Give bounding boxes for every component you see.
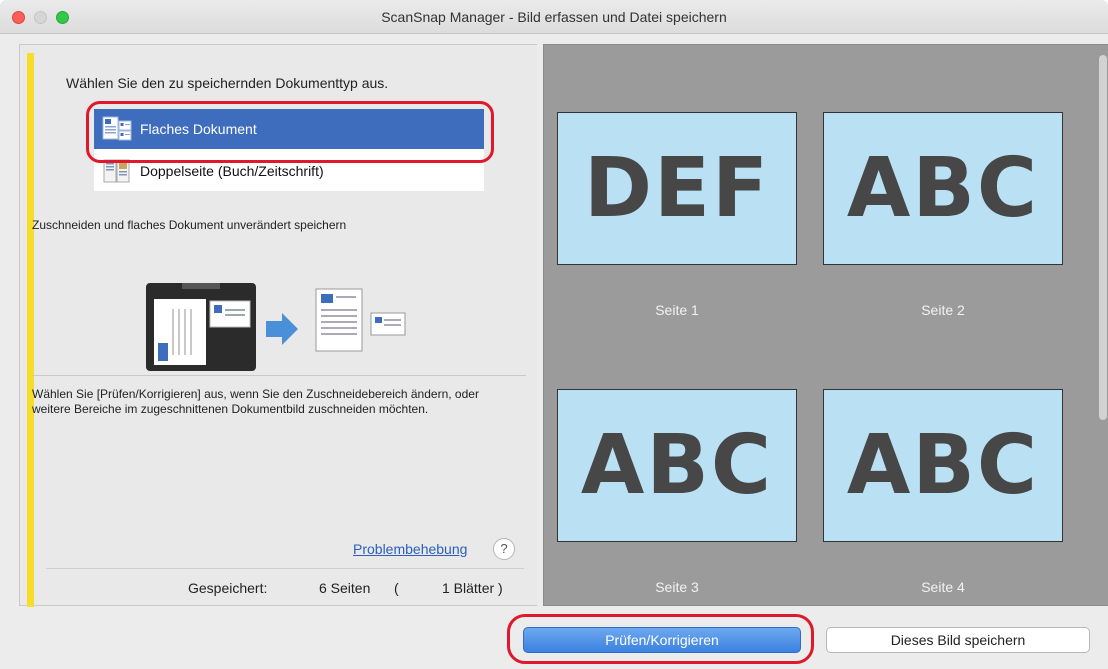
check-correct-hint: Wählen Sie [Prüfen/Korrigieren] aus, wen… xyxy=(32,387,479,416)
accent-strip xyxy=(27,53,34,607)
thumbnail-text: ABC xyxy=(846,418,1040,513)
thumbnail-text: ABC xyxy=(846,141,1040,236)
app-window: ScanSnap Manager - Bild erfassen und Dat… xyxy=(0,0,1108,669)
highlight-frame-document-type xyxy=(86,101,494,163)
page-thumbnail[interactable]: ABC xyxy=(823,112,1063,265)
page-thumbnail[interactable]: DEF xyxy=(557,112,797,265)
saved-label: Gespeichert: xyxy=(188,580,268,596)
saved-sheets: 1 Blätter ) xyxy=(442,580,503,596)
page-label: Seite 4 xyxy=(921,579,965,595)
help-icon[interactable]: ? xyxy=(493,538,515,560)
document-type-description: Zuschneiden und flaches Dokument unverän… xyxy=(32,218,347,232)
flat-document-illustration xyxy=(146,283,406,393)
saved-paren: ( xyxy=(394,580,399,596)
section-divider xyxy=(32,375,526,376)
save-image-button[interactable]: Dieses Bild speichern xyxy=(826,627,1090,653)
document-type-prompt: Wählen Sie den zu speichernden Dokumentt… xyxy=(66,75,389,91)
image-preview-panel: DEF Seite 1 ABC Seite 2 ABC Seite 3 ABC … xyxy=(543,44,1108,606)
saved-pages: 6 Seiten xyxy=(319,580,371,596)
page-label: Seite 3 xyxy=(655,579,699,595)
thumbnail-text: ABC xyxy=(580,418,774,513)
window-title: ScanSnap Manager - Bild erfassen und Dat… xyxy=(381,9,727,25)
page-label: Seite 2 xyxy=(921,302,965,318)
troubleshooting-link[interactable]: Problembehebung xyxy=(353,541,467,557)
status-divider xyxy=(46,568,524,569)
thumbnail-text: DEF xyxy=(583,141,771,236)
page-label: Seite 1 xyxy=(655,302,699,318)
page-thumbnail[interactable]: ABC xyxy=(823,389,1063,542)
doc-type-label: Doppelseite (Buch/Zeitschrift) xyxy=(140,163,324,179)
document-type-panel: Wählen Sie den zu speichernden Dokumentt… xyxy=(19,44,537,607)
preview-scrollbar[interactable] xyxy=(1099,55,1107,420)
title-bar: ScanSnap Manager - Bild erfassen und Dat… xyxy=(0,0,1108,34)
page-thumbnail[interactable]: ABC xyxy=(557,389,797,542)
main-content: Wählen Sie den zu speichernden Dokumentt… xyxy=(19,44,1108,607)
highlight-frame-check-button xyxy=(507,614,814,664)
